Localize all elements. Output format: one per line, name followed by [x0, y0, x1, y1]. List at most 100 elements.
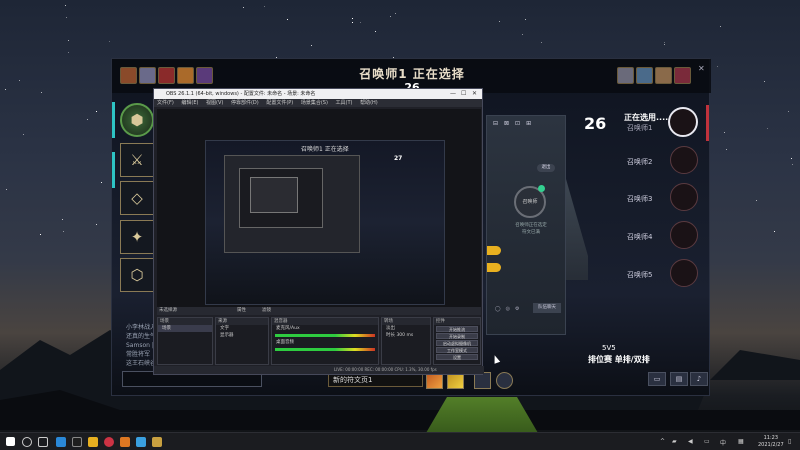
- windows-start-icon[interactable]: [6, 437, 15, 446]
- enemy-hero-4-icon[interactable]: [674, 67, 691, 84]
- app-icon-blue[interactable]: [136, 437, 146, 447]
- app-icon-red[interactable]: [104, 437, 114, 447]
- source-item-display[interactable]: 显示器: [216, 332, 268, 339]
- star: [96, 224, 97, 225]
- star: [499, 21, 500, 22]
- star: [395, 13, 396, 14]
- duration-value[interactable]: 300 ms: [396, 333, 413, 338]
- player-1-avatar-slot[interactable]: [668, 107, 698, 137]
- enemy-hero-2-icon[interactable]: [636, 67, 653, 84]
- properties-button[interactable]: 属性: [237, 307, 246, 315]
- studio-mode-button[interactable]: 工作室模式: [436, 347, 478, 353]
- ally-hero-3-icon[interactable]: [158, 67, 175, 84]
- league-client-icon[interactable]: [152, 437, 162, 447]
- ally-hero-4-icon[interactable]: [177, 67, 194, 84]
- volume-icon[interactable]: ◀: [688, 438, 693, 445]
- player-2-avatar-slot[interactable]: [670, 146, 698, 174]
- obs-preview[interactable]: 召唤师1 正在选择 27: [157, 109, 481, 307]
- microphone-icon[interactable]: ♪: [690, 372, 708, 386]
- active-pick-bar: [706, 105, 709, 141]
- transition-type-select[interactable]: 淡出: [382, 325, 430, 332]
- star: [109, 41, 110, 42]
- profile-card-icon[interactable]: ▤: [670, 372, 688, 386]
- summoner-spell-ignite-icon[interactable]: [496, 372, 513, 389]
- menu-scene-collection[interactable]: 场景集合(S): [301, 100, 328, 106]
- ime-icon[interactable]: ▦: [738, 438, 744, 445]
- menu-profile[interactable]: 配置文件(P): [266, 100, 293, 106]
- star: [65, 5, 66, 6]
- scene-item[interactable]: 场景: [158, 325, 212, 332]
- player-name-4: 召唤师4: [627, 233, 653, 241]
- mode-count: 5V5: [602, 344, 616, 352]
- preview-recursive-frame: 召唤师1 正在选择 27: [205, 140, 445, 305]
- lane-marker-second: [112, 152, 115, 188]
- player-3-champ-slot[interactable]: ◇: [120, 181, 154, 215]
- star: [541, 42, 542, 43]
- player-name-5: 召唤师5: [627, 271, 653, 279]
- transitions-header: 转场: [382, 318, 430, 325]
- menu-edit[interactable]: 编辑(E): [181, 100, 198, 106]
- file-explorer-icon[interactable]: [88, 437, 98, 447]
- star: [23, 134, 24, 135]
- player-5-avatar-slot[interactable]: [670, 259, 698, 287]
- enemy-hero-1-icon[interactable]: [617, 67, 634, 84]
- edge-browser-icon[interactable]: [56, 437, 66, 447]
- battery-icon[interactable]: ▭: [704, 438, 710, 445]
- float-panel-toolbar-icons[interactable]: ⊟⊠⊡⊞: [493, 120, 537, 127]
- tray-arrow-icon[interactable]: ^: [660, 438, 665, 445]
- player-name-3: 召唤师3: [627, 195, 653, 203]
- ally-hero-5-icon[interactable]: [196, 67, 213, 84]
- virtual-camera-button[interactable]: 启动虚拟摄像机: [436, 340, 478, 346]
- menu-view[interactable]: 视图(V): [206, 100, 223, 106]
- player-4-champ-slot[interactable]: ✦: [120, 220, 154, 254]
- search-icon[interactable]: [22, 437, 32, 447]
- float-panel-exit-button[interactable]: 退出: [537, 164, 555, 172]
- star: [66, 17, 67, 18]
- float-panel-tab-1[interactable]: [487, 246, 501, 255]
- player-1-champ-slot[interactable]: ⬢: [120, 103, 154, 137]
- ally-hero-1-icon[interactable]: [120, 67, 137, 84]
- menu-docks[interactable]: 停靠部件(D): [231, 100, 259, 106]
- rune-page-select[interactable]: 新的符文页1: [328, 373, 423, 387]
- duration-label: 时长: [386, 333, 395, 338]
- start-streaming-button[interactable]: 开始推流: [436, 326, 478, 332]
- player-2-champ-slot[interactable]: ⚔: [120, 143, 154, 177]
- star: [5, 89, 6, 90]
- settings-button[interactable]: 设置: [436, 354, 478, 360]
- star: [664, 42, 665, 43]
- star: [390, 16, 391, 17]
- player-3-avatar-slot[interactable]: [670, 183, 698, 211]
- mic-volume-meter[interactable]: [275, 334, 375, 337]
- notification-icon[interactable]: ▯: [788, 438, 791, 445]
- filters-button[interactable]: 滤镜: [262, 307, 271, 315]
- network-icon[interactable]: ▰: [672, 438, 677, 445]
- float-panel-tab-2[interactable]: [487, 263, 501, 272]
- close-icon[interactable]: ✕: [472, 89, 477, 99]
- task-view-icon[interactable]: [38, 437, 48, 447]
- chat-bubble-icon[interactable]: ▭: [648, 372, 666, 386]
- close-icon[interactable]: ✕: [698, 64, 705, 73]
- taskbar-clock[interactable]: 11:23 2021/2/27: [758, 435, 784, 449]
- input-method-icon[interactable]: 中: [720, 438, 726, 447]
- ally-hero-2-icon[interactable]: [139, 67, 156, 84]
- menu-file[interactable]: 文件(F): [157, 100, 174, 106]
- menu-help[interactable]: 帮助(H): [360, 100, 378, 106]
- mixer-channel-desktop: 桌面音频: [276, 340, 294, 345]
- minimize-icon[interactable]: —: [450, 89, 456, 99]
- float-panel-action-button[interactable]: 队伍聊天: [533, 303, 561, 313]
- menu-tools[interactable]: 工具(T): [336, 100, 353, 106]
- app-icon-orange[interactable]: [120, 437, 130, 447]
- player-5-champ-slot[interactable]: ⬡: [120, 258, 154, 292]
- float-panel-bottom-icons[interactable]: ◯◎⚙: [495, 306, 524, 312]
- transition-duration: 时长 300 ms: [382, 332, 430, 339]
- player-4-avatar-slot[interactable]: [670, 221, 698, 249]
- scenes-header: 场景: [158, 318, 212, 325]
- star: [774, 231, 775, 232]
- star: [101, 182, 102, 183]
- enemy-hero-3-icon[interactable]: [655, 67, 672, 84]
- start-recording-button[interactable]: 开始录制: [436, 333, 478, 339]
- desktop-volume-meter[interactable]: [275, 348, 375, 351]
- maximize-icon[interactable]: ☐: [461, 89, 466, 99]
- source-item-text[interactable]: 文字: [216, 325, 268, 332]
- obs-taskbar-icon[interactable]: [72, 437, 82, 447]
